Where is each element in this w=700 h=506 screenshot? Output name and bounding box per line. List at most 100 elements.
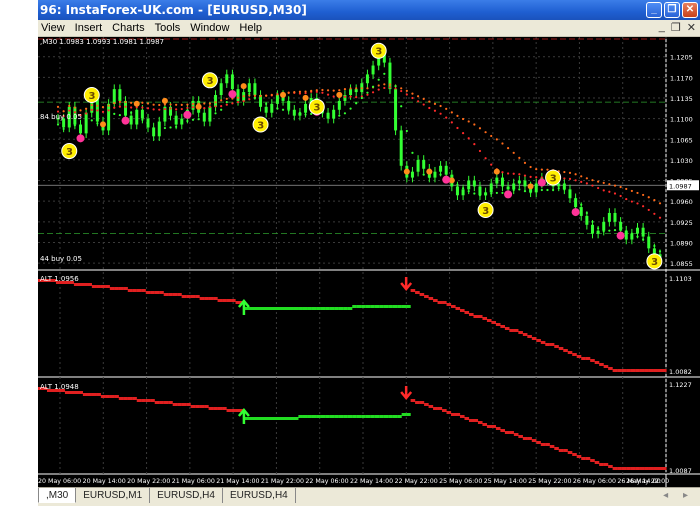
menu-window[interactable]: Window — [187, 22, 236, 34]
chart-window-controls: _ ❐ ✕ — [659, 21, 696, 34]
indicator-step — [657, 369, 663, 372]
moving-average-dot — [506, 147, 510, 150]
indicator-step — [406, 413, 411, 416]
indicator-step — [495, 427, 501, 430]
indicator-step — [594, 361, 600, 364]
minimize-button[interactable]: _ — [646, 2, 662, 18]
tab-eurusd-h4[interactable]: EURUSD,H4 — [150, 488, 223, 503]
tab-scroll-arrows[interactable]: ◂ ▸ — [663, 490, 694, 501]
moving-average-dot — [349, 87, 352, 90]
menu-tools[interactable]: Tools — [152, 22, 188, 34]
indicator-step — [599, 463, 604, 466]
moving-average-dot — [625, 230, 628, 233]
chart-minimize-button[interactable]: _ — [659, 21, 665, 34]
moving-average-dot — [343, 88, 347, 91]
tab-eurusd-m1[interactable]: EURUSD,M1 — [76, 488, 151, 503]
candle-body — [275, 95, 279, 104]
price-chart[interactable]: 3 3 3 3 3 3 3 3 3 1.1205 1.1170 1.1135 1.1100 1.1065… — [38, 37, 700, 487]
moving-average-dot — [540, 188, 543, 192]
signal-dot-orange — [336, 91, 343, 98]
indicator-step — [190, 405, 196, 408]
moving-average-dot — [540, 168, 543, 171]
indicator-step — [608, 465, 613, 468]
indicator-step — [343, 307, 348, 310]
indicator-step — [536, 339, 541, 342]
indicator-step — [662, 467, 667, 470]
indicator-step — [392, 305, 398, 308]
moving-average-dot — [653, 199, 656, 202]
moving-average-dot — [591, 220, 594, 223]
moving-average-dot — [152, 128, 155, 131]
signal-dot-orange — [100, 121, 107, 128]
indicator-step — [603, 463, 609, 466]
tab-eurusd-m30[interactable]: ,M30 — [38, 488, 77, 503]
indicator-step — [437, 407, 443, 410]
moving-average-dot — [535, 176, 538, 179]
menu-help[interactable]: Help — [236, 22, 269, 34]
close-button[interactable]: ✕ — [682, 2, 698, 18]
menu-charts[interactable]: Charts — [109, 22, 151, 34]
chart-restore-button[interactable]: ❐ — [671, 21, 681, 34]
indicator-step — [612, 369, 618, 372]
moving-average-dot — [225, 97, 228, 100]
time-axis-label: 21 May 06:00 — [172, 478, 215, 485]
chart-frame[interactable]: 3 3 3 3 3 3 3 3 3 1.1205 1.1170 1.1135 1.1100 1.1065… — [38, 37, 700, 487]
moving-average-dot — [512, 151, 515, 154]
moving-average-dot — [62, 110, 65, 113]
indicator-step — [531, 337, 537, 340]
moving-average-dot — [388, 73, 392, 77]
moving-average-dot — [456, 183, 459, 186]
candle-body — [489, 183, 493, 193]
moving-average-dot — [523, 161, 527, 164]
time-axis-label: 20 May 22:00 — [127, 478, 170, 485]
candle-body — [607, 212, 611, 222]
moving-average-dot — [377, 88, 380, 91]
indicator-step — [392, 415, 398, 418]
moving-average-dot — [439, 104, 442, 108]
candle-body — [349, 89, 353, 96]
indicator-step — [410, 399, 416, 402]
indicator-step — [316, 307, 321, 310]
moving-average-dot — [208, 102, 212, 105]
moving-average-dot — [467, 137, 470, 140]
indicator-step — [518, 331, 523, 334]
moving-average-dot — [439, 173, 442, 176]
indicator-step — [653, 369, 658, 372]
indicator-step — [257, 307, 263, 310]
indicator-step — [630, 467, 636, 470]
indicator-step — [415, 291, 420, 294]
indicator-step — [168, 401, 173, 404]
moving-average-dot — [287, 91, 290, 95]
indicator-step — [513, 329, 519, 332]
moving-average-dot — [461, 132, 465, 135]
signal-dot-orange — [195, 103, 202, 110]
moving-average-dot — [467, 120, 470, 123]
signal-badge-label: 3 — [257, 120, 264, 131]
moving-average-dot — [118, 105, 121, 108]
menu-insert[interactable]: Insert — [72, 22, 110, 34]
moving-average-dot — [625, 197, 628, 201]
chart-close-button[interactable]: ✕ — [687, 21, 696, 34]
title-bar[interactable]: 96: InstaForex-UK.com - [EURUSD,M30] _ ❐… — [38, 0, 700, 20]
indicator-step — [325, 415, 330, 418]
moving-average-dot — [484, 157, 487, 160]
signal-badge-label: 3 — [482, 206, 489, 217]
indicator-step — [612, 467, 618, 470]
candle-body — [579, 207, 583, 216]
indicator-step — [567, 451, 573, 454]
moving-average-dot — [248, 98, 251, 101]
indicator-step — [262, 417, 268, 420]
tab-eurusd-h4-2[interactable]: EURUSD,H4 — [223, 488, 296, 503]
moving-average-dot — [529, 175, 532, 178]
moving-average-dot — [422, 103, 425, 106]
restore-button[interactable]: ❐ — [664, 2, 680, 18]
moving-average-dot — [141, 106, 144, 109]
moving-average-dot — [270, 93, 273, 97]
indicator-step — [159, 291, 164, 294]
menu-view[interactable]: View — [38, 22, 72, 34]
moving-average-dot — [501, 142, 504, 145]
arrow-down-signal — [400, 386, 413, 400]
signal-badge-label: 3 — [375, 47, 382, 58]
moving-average-dot — [636, 235, 639, 238]
moving-average-dot — [169, 103, 172, 106]
